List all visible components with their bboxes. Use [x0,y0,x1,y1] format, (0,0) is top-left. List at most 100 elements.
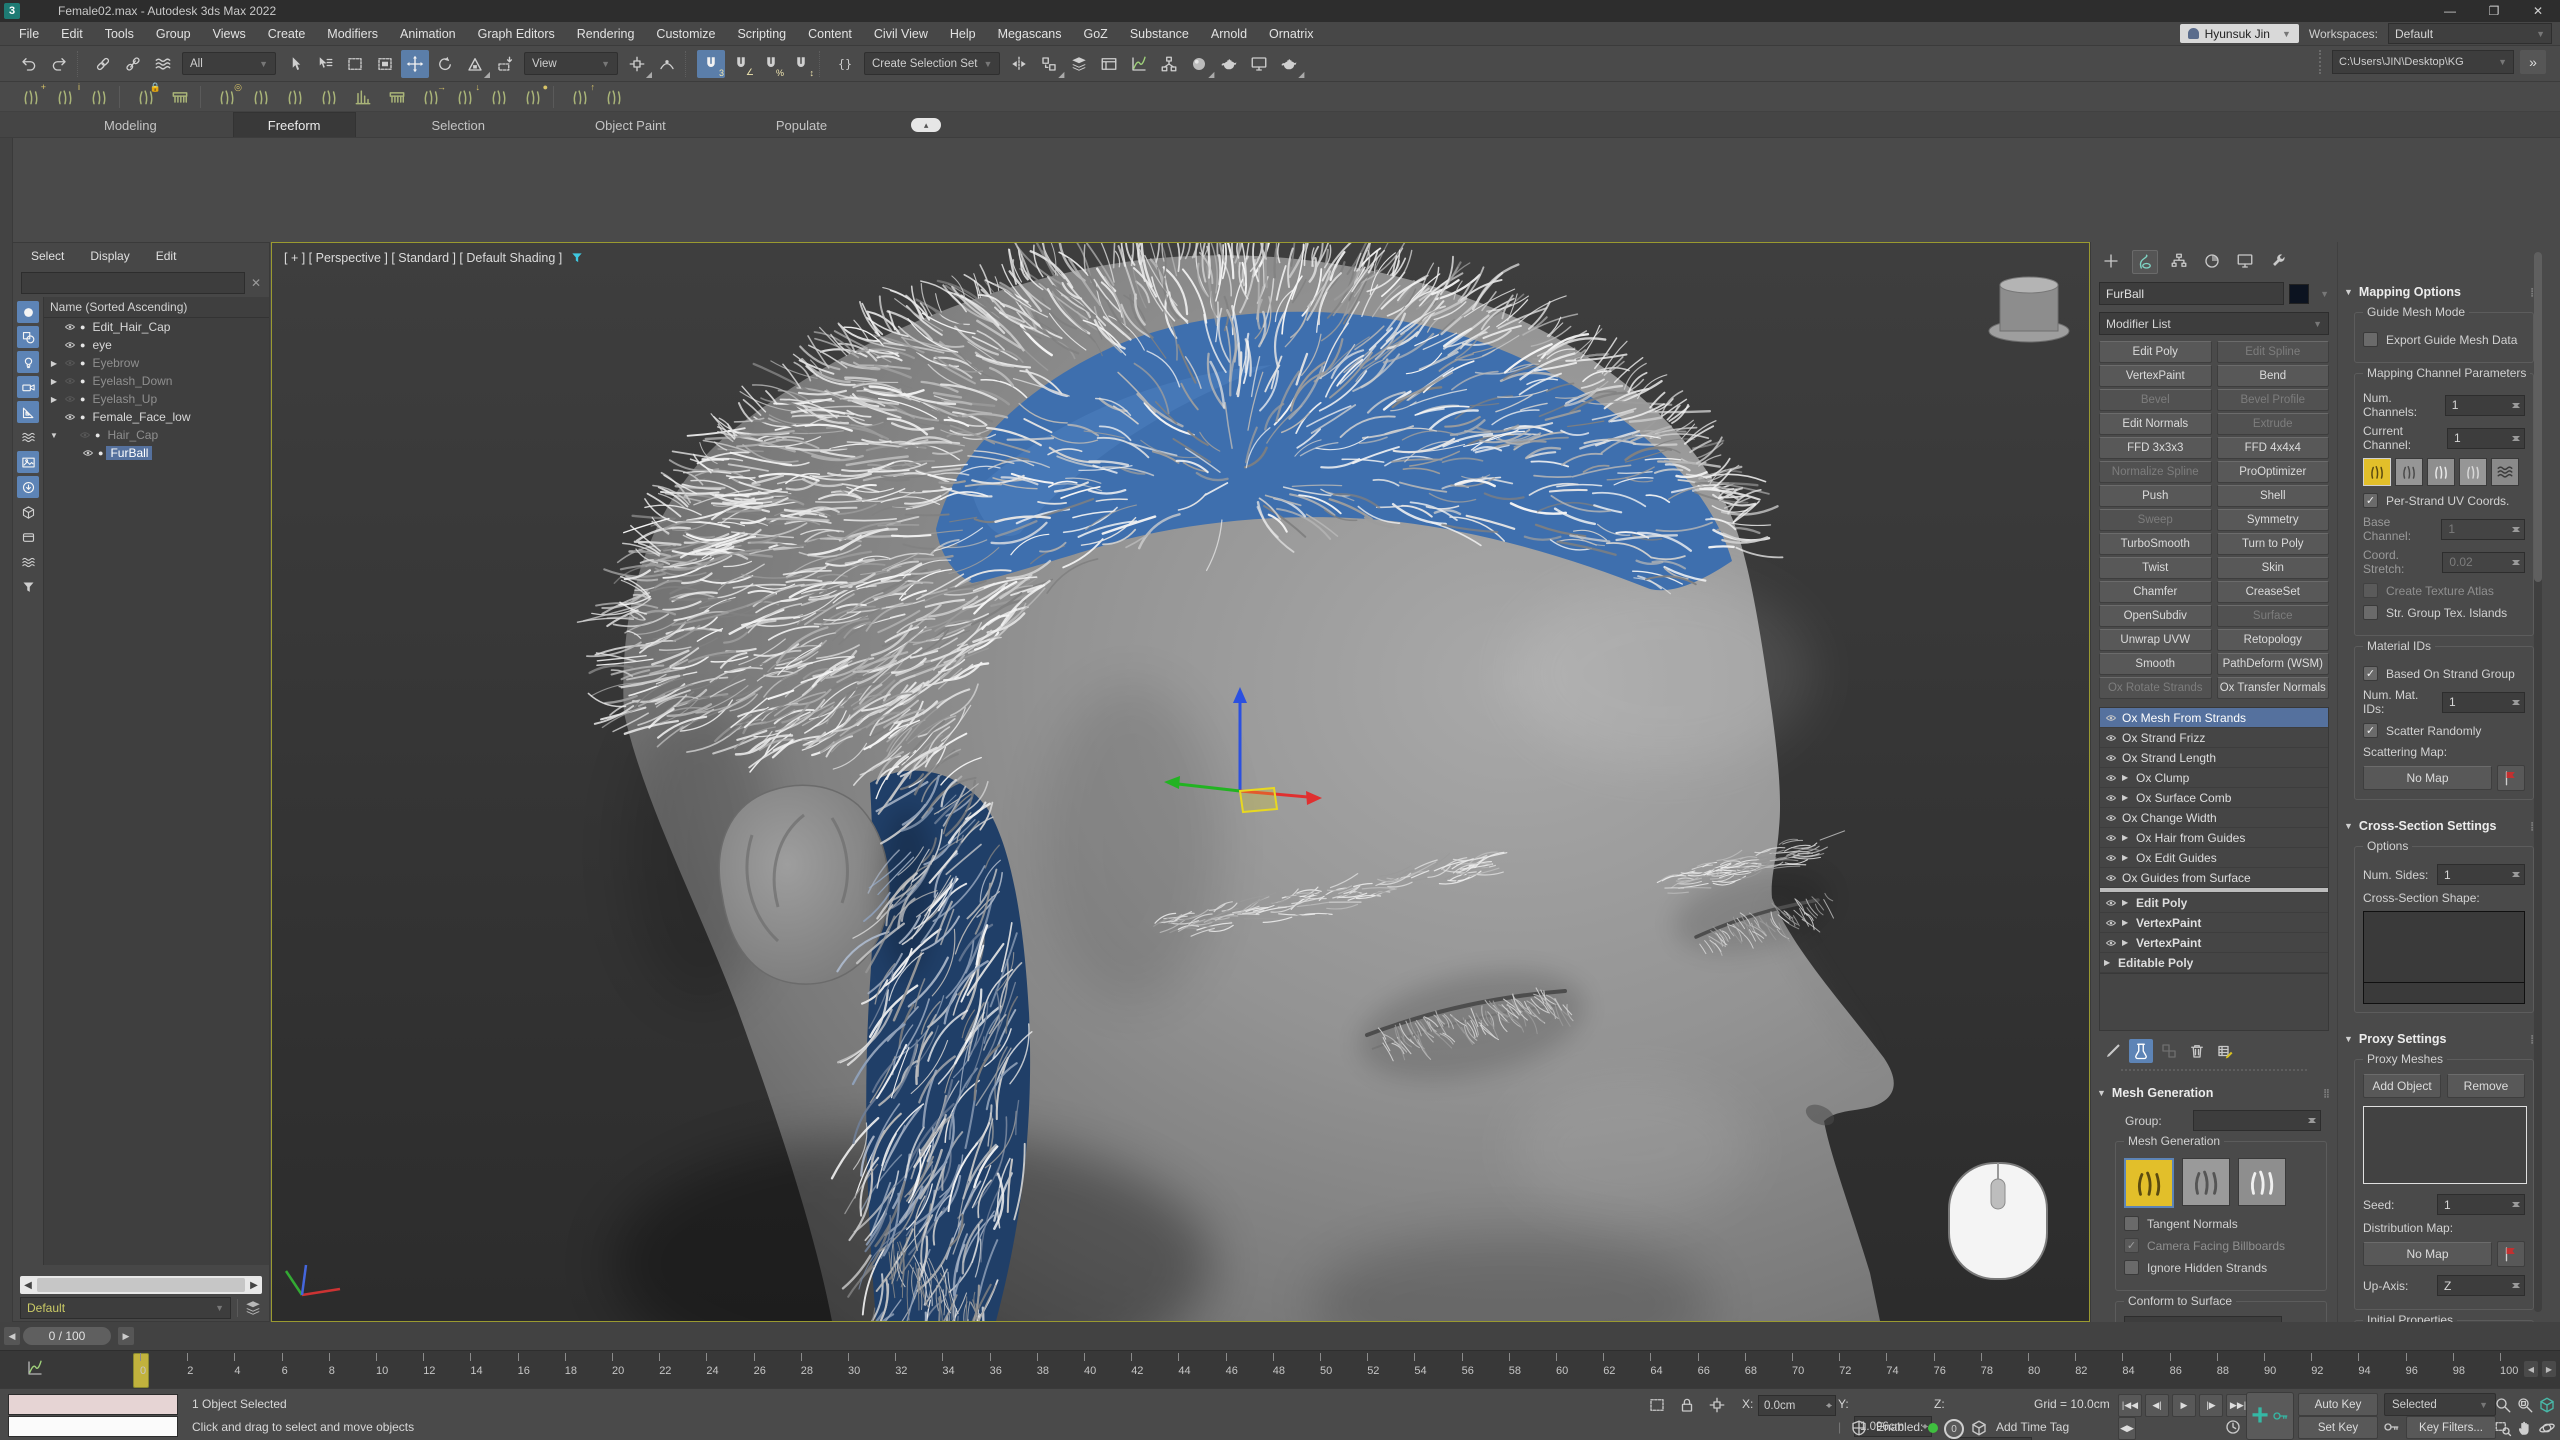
cross-section-shape-preview-2[interactable] [2363,983,2525,1004]
modifier-button[interactable]: Normalize Spline [2099,461,2212,483]
uv-mode-thumbnail-4[interactable] [2459,458,2487,486]
cross-section-shape-preview[interactable] [2363,911,2525,983]
checkbox-row[interactable]: ✓ Camera Facing Billboards [2124,1238,2318,1253]
per-strand-uv-checkbox-row[interactable]: ✓ Per-Strand UV Coords. [2363,493,2525,508]
visibility-eye-icon[interactable] [63,375,77,387]
modifier-button[interactable]: Extrude [2217,413,2330,435]
menu-item[interactable]: Graph Editors [467,27,566,41]
modifier-visibility-icon[interactable] [2104,732,2118,744]
uv-mode-thumbnail-5[interactable] [2491,458,2519,486]
viewport-label[interactable]: [ + ] [ Perspective ] [ Standard ] [ Def… [284,251,584,265]
menu-item[interactable]: Edit [50,27,94,41]
modifier-visibility-icon[interactable] [2104,812,2118,824]
ribbon-tab[interactable]: Object Paint [561,113,700,137]
menu-item[interactable]: Modifiers [316,27,389,41]
uv-mode-thumbnail-2[interactable] [2395,458,2423,486]
playback-button[interactable]: ▶ [2172,1394,2196,1417]
percent-snap-icon[interactable]: % [757,50,785,78]
window-crossing-icon[interactable] [371,50,399,78]
undo-icon[interactable] [15,50,43,78]
selection-filter-combo[interactable]: All ▼ [182,52,276,75]
expand-icon[interactable]: ▶ [2122,938,2132,947]
modifier-button[interactable]: Push [2099,485,2212,507]
explorer-sort-header[interactable]: Name (Sorted Ascending) [44,297,269,318]
clear-search-icon[interactable]: ✕ [251,276,261,290]
filter-spacewarps-icon[interactable] [17,426,39,448]
visibility-eye-icon[interactable] [63,321,77,333]
strand-curl-icon[interactable] [599,84,629,110]
explorer-menu-item[interactable]: Select [31,249,64,263]
modifier-button[interactable]: Ox Transfer Normals [2217,677,2330,699]
modifier-stack-row[interactable]: ▶ Editable Poly [2100,953,2328,973]
filter-lights-icon[interactable] [17,351,39,373]
map-flag-icon[interactable] [2497,1241,2525,1267]
seed-spinner[interactable]: 1 [2437,1194,2525,1215]
expand-icon[interactable]: ▶ [2122,918,2132,927]
redo-icon[interactable] [45,50,73,78]
edit-named-selection-sets-icon[interactable] [831,50,859,78]
modifier-stack-row[interactable]: ▶ Edit Poly [2100,893,2328,913]
rectangular-selection-region-icon[interactable] [341,50,369,78]
select-and-rotate-icon[interactable] [431,50,459,78]
scene-object-row[interactable]: ● Female_Face_low [44,408,269,426]
visibility-eye-icon[interactable] [63,357,77,369]
path-expand-button[interactable]: » [2520,50,2546,74]
ribbon-tab[interactable]: Selection [398,113,519,137]
rollout-header[interactable]: ▼Mesh Generation⣿ [2097,1083,2331,1103]
viewport-label-text[interactable]: [ + ] [ Perspective ] [ Standard ] [ Def… [284,251,562,265]
hierarchy-tab-icon[interactable] [2167,250,2191,272]
modifier-stack-row[interactable]: ▶ Ox Clump [2100,768,2328,788]
modifier-button[interactable]: Unwrap UVW [2099,629,2212,651]
hair-density-icon[interactable] [382,84,412,110]
ribbon-tab[interactable]: Freeform [233,112,356,137]
pin-stack-icon[interactable] [2101,1039,2125,1063]
modifier-button[interactable]: Chamfer [2099,581,2212,603]
add-object-button[interactable]: Add Object [2363,1074,2441,1098]
strand-clump-icon[interactable]: ● [518,84,548,110]
visibility-eye-icon[interactable] [63,393,77,405]
modifier-stack-row[interactable]: ▶ Ox Surface Comb [2100,788,2328,808]
modifier-button[interactable]: Smooth [2099,653,2212,675]
menu-item[interactable]: Group [145,27,202,41]
shield-icon[interactable] [1848,1417,1870,1439]
modifier-button[interactable]: Twist [2099,557,2212,579]
surface-comb-icon[interactable]: → [416,84,446,110]
menu-item[interactable]: Help [939,27,987,41]
toggle-layer-explorer-icon[interactable] [1065,50,1093,78]
rollout-header[interactable]: ▼Proxy Settings⣿ [2344,1029,2538,1049]
modifier-button[interactable]: Shell [2217,485,2330,507]
visibility-eye-icon[interactable] [81,447,95,459]
scene-object-row[interactable]: ▼ ● Hair_Cap [44,426,269,444]
scene-object-row[interactable]: ● FurBall [44,444,269,462]
uv-mode-thumbnail-3[interactable] [2427,458,2455,486]
scatter-randomly-checkbox-row[interactable]: ✓ Scatter Randomly [2363,723,2525,738]
strand-frizz-icon[interactable] [484,84,514,110]
select-and-manipulate-icon[interactable] [653,50,681,78]
selection-lock-icon[interactable] [1676,1394,1698,1416]
remove-modifier-icon[interactable] [2185,1039,2209,1063]
filter-materials-icon[interactable] [17,451,39,473]
modifier-visibility-icon[interactable] [2104,872,2118,884]
current-channel-spinner[interactable]: 1 [2447,428,2525,449]
select-and-link-icon[interactable] [89,50,117,78]
scroll-thumb[interactable] [37,1278,245,1292]
layers-icon[interactable] [244,1299,262,1317]
modifier-button[interactable]: FFD 4x4x4 [2217,437,2330,459]
select-by-name-icon[interactable] [311,50,339,78]
add-time-tag[interactable]: Add Time Tag [1996,1420,2069,1434]
modifier-stack-row[interactable]: ▶ Ox Hair from Guides [2100,828,2328,848]
expand-icon[interactable]: ▶ [2122,853,2132,862]
filter-helpers-icon[interactable] [17,401,39,423]
panel-scrollbar[interactable] [2534,252,2542,1312]
menu-item[interactable]: Ornatrix [1258,27,1324,41]
modifier-button[interactable]: Bevel [2099,389,2212,411]
expand-icon[interactable]: ▶ [2122,793,2132,802]
set-keys-button[interactable]: + [2246,1392,2294,1440]
menu-item[interactable]: Content [797,27,863,41]
align-icon[interactable]: ◢ [1035,50,1063,78]
menu-item[interactable]: Civil View [863,27,939,41]
timeline-ruler[interactable]: ◀ ▶ 024681012141618202224262830323436384… [0,1350,2560,1389]
menu-item[interactable]: Create [257,27,317,41]
x-coordinate-field[interactable]: 0.0cm [1758,1395,1836,1416]
modifier-button[interactable]: Retopology [2217,629,2330,651]
